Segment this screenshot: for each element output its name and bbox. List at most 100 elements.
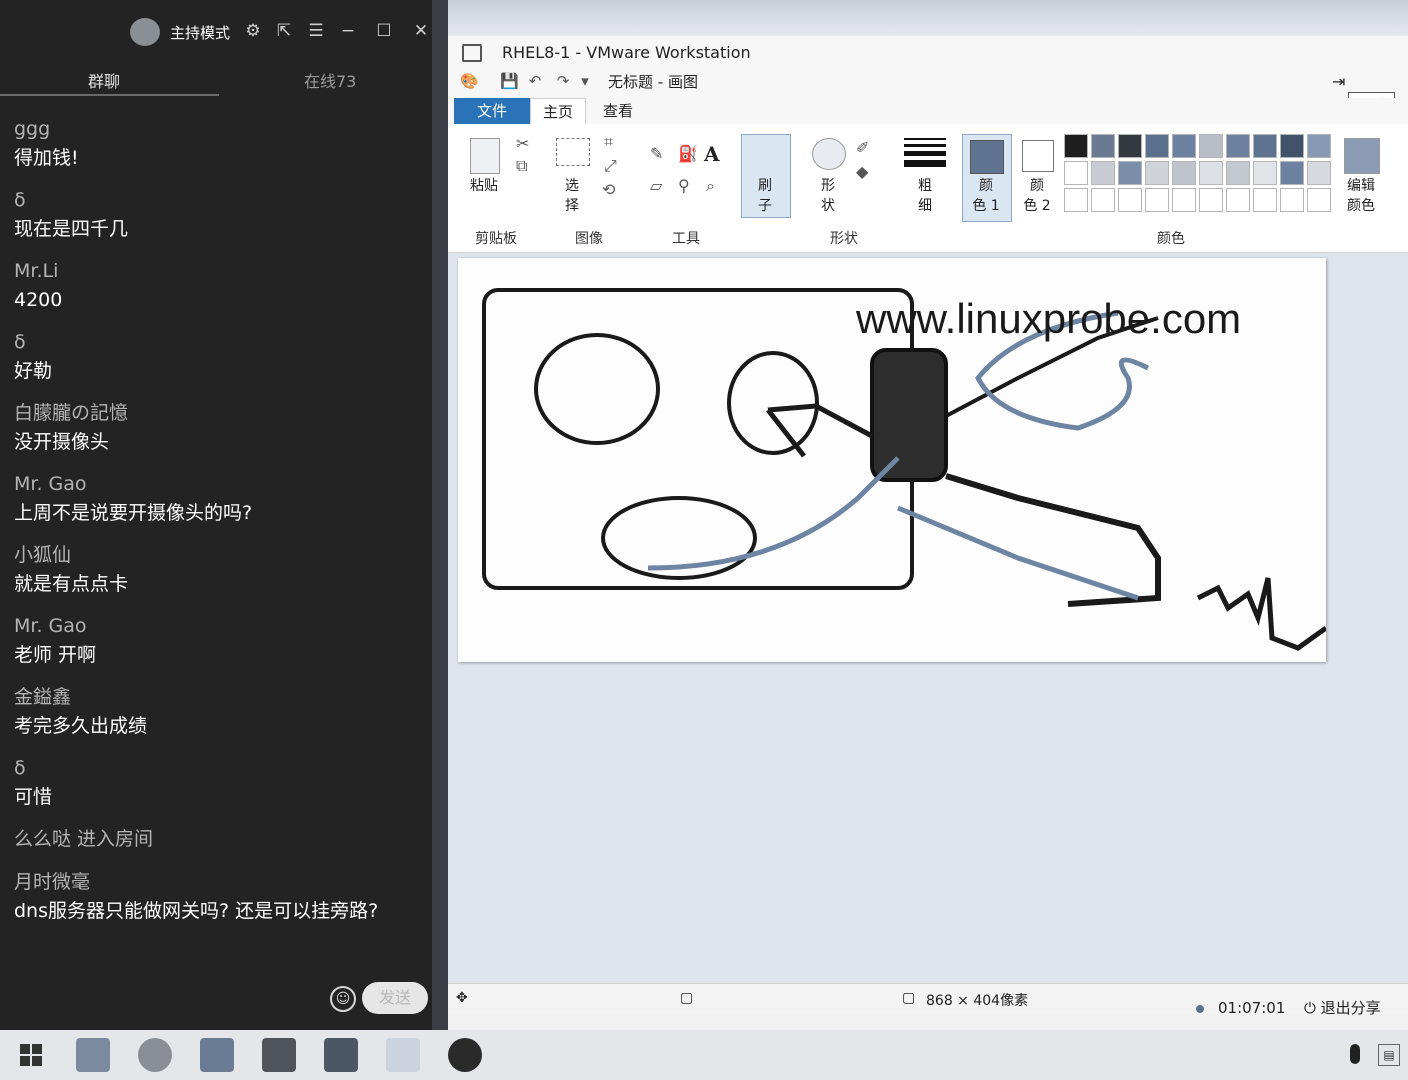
fill-shape-icon[interactable]: ◆: [856, 162, 868, 181]
palette-swatch[interactable]: [1064, 161, 1088, 185]
send-button[interactable]: 发送: [362, 982, 428, 1014]
notification-icon[interactable]: ▤: [1378, 1044, 1400, 1066]
text-tool-icon[interactable]: A: [704, 142, 720, 166]
minimize-icon[interactable]: −: [337, 20, 359, 42]
cut-icon[interactable]: ✂: [516, 134, 529, 153]
palette-swatch[interactable]: [1199, 161, 1223, 185]
palette-swatch[interactable]: [1172, 134, 1196, 158]
crop-icon[interactable]: ⌗: [604, 132, 613, 152]
outline-icon[interactable]: ✐: [856, 138, 869, 157]
palette-swatch[interactable]: [1064, 134, 1088, 158]
palette-swatch[interactable]: [1307, 161, 1331, 185]
size-label-2[interactable]: 细: [904, 196, 946, 216]
close-icon[interactable]: ✕: [410, 20, 432, 42]
palette-swatch[interactable]: [1253, 134, 1277, 158]
menu-icon[interactable]: ☰: [305, 20, 327, 42]
resize-icon[interactable]: ⤢: [604, 156, 617, 176]
palette-swatch[interactable]: [1145, 134, 1169, 158]
tab-file[interactable]: 文件: [454, 98, 530, 124]
brush-label-2[interactable]: 子: [746, 196, 784, 216]
paste-icon[interactable]: [470, 138, 500, 174]
palette-swatch[interactable]: [1199, 134, 1223, 158]
palette-swatch[interactable]: [1280, 134, 1304, 158]
undo-icon[interactable]: ↶: [526, 72, 544, 90]
palette-swatch[interactable]: [1226, 161, 1250, 185]
terminal-icon[interactable]: [262, 1038, 296, 1072]
meeting-app-icon[interactable]: [448, 1038, 482, 1072]
select-label-1[interactable]: 选: [554, 176, 590, 196]
paste-label[interactable]: 粘贴: [462, 176, 506, 196]
app-c-icon[interactable]: [324, 1038, 358, 1072]
palette-swatch[interactable]: [1307, 134, 1331, 158]
file-explorer-icon[interactable]: [76, 1038, 110, 1072]
exit-share-button[interactable]: ⏻ 退出分享: [1304, 997, 1381, 1018]
microphone-icon[interactable]: [1350, 1044, 1360, 1064]
edit-colors-icon[interactable]: [1344, 138, 1380, 174]
palette-swatch[interactable]: [1172, 188, 1196, 212]
brush-label-1[interactable]: 刷: [746, 176, 784, 196]
palette-swatch[interactable]: [1145, 161, 1169, 185]
palette-swatch[interactable]: [1307, 188, 1331, 212]
host-avatar[interactable]: [130, 18, 160, 46]
palette-swatch[interactable]: [1091, 161, 1115, 185]
color2-label-2[interactable]: 色 2: [1014, 196, 1060, 216]
popout-icon[interactable]: ⇱: [273, 20, 295, 42]
palette-swatch[interactable]: [1118, 188, 1142, 212]
palette-swatch[interactable]: [1199, 188, 1223, 212]
paint-taskbar-icon[interactable]: [386, 1038, 420, 1072]
color2-label-1[interactable]: 颜: [1014, 176, 1060, 196]
palette-swatch[interactable]: [1118, 161, 1142, 185]
palette-swatch[interactable]: [1253, 161, 1277, 185]
message-text: 考完多久出成绩: [14, 715, 148, 737]
chrome-icon[interactable]: [138, 1038, 172, 1072]
size-icon[interactable]: [904, 138, 946, 168]
panel-divider[interactable]: [432, 0, 448, 1030]
palette-swatch[interactable]: [1172, 161, 1196, 185]
color2-swatch[interactable]: [1022, 140, 1054, 172]
fill-icon[interactable]: ⛽: [678, 144, 698, 163]
tab-group-chat[interactable]: 群聊: [88, 68, 120, 92]
shapes-label-2[interactable]: 状: [808, 196, 848, 216]
shapes-label-1[interactable]: 形: [808, 176, 848, 196]
pencil-icon[interactable]: ✎: [650, 144, 663, 163]
palette-swatch[interactable]: [1091, 188, 1115, 212]
tab-home[interactable]: 主页: [530, 98, 586, 125]
size-label-1[interactable]: 粗: [904, 176, 946, 196]
drawing-canvas[interactable]: www.linuxprobe.com: [458, 258, 1328, 662]
palette-swatch[interactable]: [1091, 134, 1115, 158]
color1-label-2[interactable]: 色 1: [962, 196, 1010, 216]
maximize-icon[interactable]: ☐: [373, 20, 395, 42]
edit-colors-label-2[interactable]: 颜色: [1338, 196, 1384, 216]
exit-share-label: 退出分享: [1320, 999, 1381, 1017]
palette-swatch[interactable]: [1280, 161, 1304, 185]
settings-icon[interactable]: ⚙: [242, 20, 264, 42]
color-picker-icon[interactable]: ⚲: [678, 176, 690, 195]
paint-app-icon[interactable]: 🎨: [460, 72, 479, 90]
palette-swatch[interactable]: [1145, 188, 1169, 212]
palette-swatch[interactable]: [1064, 188, 1088, 212]
emoji-icon[interactable]: ☺: [330, 986, 356, 1012]
tab-view[interactable]: 查看: [594, 98, 642, 124]
rotate-icon[interactable]: ⟲: [602, 180, 615, 199]
palette-swatch[interactable]: [1253, 188, 1277, 212]
sender-name: 金鎰鑫: [14, 686, 72, 708]
customize-dropdown-icon[interactable]: ▾: [576, 72, 594, 90]
palette-swatch[interactable]: [1118, 134, 1142, 158]
vmware-taskbar-icon[interactable]: [200, 1038, 234, 1072]
magnifier-icon[interactable]: ⌕: [706, 176, 715, 196]
select-label-2[interactable]: 择: [554, 196, 590, 216]
select-icon[interactable]: [556, 138, 590, 166]
color1-label-1[interactable]: 颜: [962, 176, 1010, 196]
collapse-ribbon-icon[interactable]: ⇥: [1332, 72, 1345, 91]
palette-swatch[interactable]: [1226, 188, 1250, 212]
shapes-icon[interactable]: [812, 138, 846, 170]
windows-start-icon[interactable]: [20, 1044, 42, 1066]
eraser-icon[interactable]: ▱: [650, 176, 662, 195]
edit-colors-label-1[interactable]: 编辑: [1338, 176, 1384, 196]
redo-icon[interactable]: ↷: [554, 72, 572, 90]
copy-icon[interactable]: ⧉: [516, 156, 527, 176]
tab-online[interactable]: 在线73: [304, 68, 356, 92]
save-icon[interactable]: 💾: [500, 72, 519, 90]
palette-swatch[interactable]: [1280, 188, 1304, 212]
palette-swatch[interactable]: [1226, 134, 1250, 158]
